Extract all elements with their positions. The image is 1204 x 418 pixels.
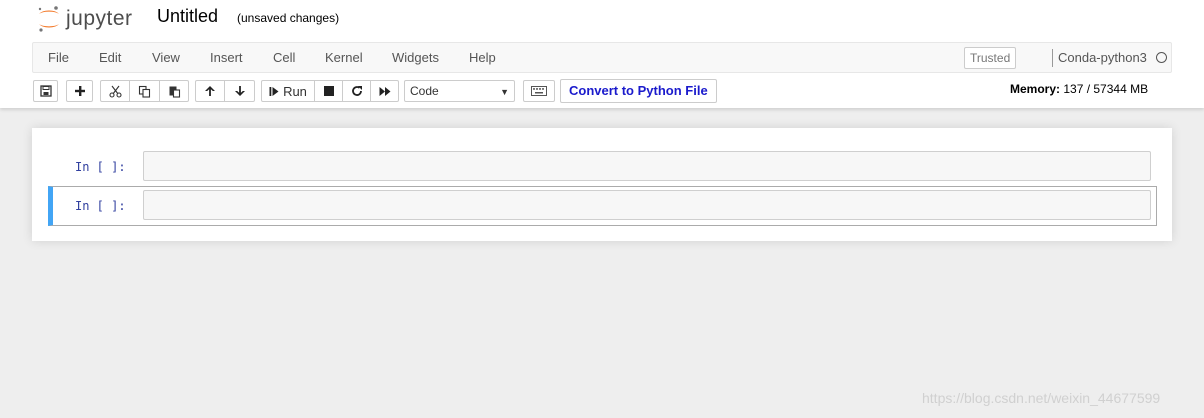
memory-usage: Memory: 137 / 57344 MB — [1010, 82, 1148, 96]
menu-kernel[interactable]: Kernel — [325, 43, 363, 72]
cut-button[interactable] — [100, 80, 130, 102]
cut-icon — [108, 85, 122, 98]
run-button[interactable]: Run — [261, 80, 315, 102]
memory-value: 137 / 57344 MB — [1063, 82, 1149, 96]
save-status: (unsaved changes) — [237, 11, 340, 25]
input-prompt: In [ ]: — [75, 199, 126, 213]
kernel-separator — [1052, 49, 1053, 67]
save-button[interactable] — [33, 80, 58, 102]
logo-text: jupyter — [66, 7, 133, 30]
code-input[interactable] — [143, 151, 1151, 181]
menu-view[interactable]: View — [152, 43, 180, 72]
jupyter-logo[interactable]: jupyter — [36, 4, 133, 34]
interrupt-button[interactable] — [315, 80, 343, 102]
kernel-name[interactable]: Conda-python3 — [1058, 43, 1147, 72]
input-prompt: In [ ]: — [75, 160, 126, 174]
arrow-down-icon — [234, 86, 245, 96]
insert-cell-button[interactable] — [66, 80, 93, 102]
notebook-title[interactable]: Untitled — [157, 6, 218, 27]
step-forward-icon — [269, 86, 279, 96]
fast-forward-icon — [379, 86, 390, 96]
code-input[interactable] — [143, 190, 1151, 220]
caret-down-icon: ▼ — [500, 87, 509, 97]
menu-widgets[interactable]: Widgets — [392, 43, 439, 72]
move-down-button[interactable] — [225, 80, 255, 102]
menu-file[interactable]: File — [48, 43, 69, 72]
kernel-idle-icon — [1156, 52, 1167, 63]
refresh-icon — [351, 86, 362, 96]
plus-icon — [74, 86, 85, 96]
arrow-up-icon — [205, 86, 215, 96]
menu-insert[interactable]: Insert — [210, 43, 243, 72]
menu-cell[interactable]: Cell — [273, 43, 295, 72]
notebook-header: jupyter Untitled (unsaved changes) File … — [0, 0, 1204, 108]
code-cell[interactable]: In [ ]: — [48, 147, 1157, 187]
run-label: Run — [283, 83, 307, 99]
jupyter-logo-icon — [38, 6, 59, 32]
watermark: https://blog.csdn.net/weixin_44677599 — [922, 390, 1161, 406]
convert-to-python-button[interactable]: Convert to Python File — [560, 79, 717, 103]
copy-icon — [138, 85, 151, 98]
menu-help[interactable]: Help — [469, 43, 496, 72]
trusted-indicator[interactable]: Trusted — [964, 47, 1017, 69]
command-palette-button[interactable] — [523, 80, 555, 102]
save-icon — [39, 85, 52, 97]
memory-label: Memory: — [1010, 82, 1061, 96]
restart-run-all-button[interactable] — [371, 80, 399, 102]
cell-type-select[interactable]: Code ▼ — [404, 80, 515, 102]
menu-edit[interactable]: Edit — [99, 43, 121, 72]
cell-type-value: Code — [410, 84, 439, 98]
paste-button[interactable] — [160, 80, 189, 102]
code-cell-selected[interactable]: In [ ]: — [48, 186, 1157, 226]
restart-kernel-button[interactable] — [343, 80, 371, 102]
keyboard-icon — [531, 86, 547, 96]
notebook-container: In [ ]: In [ ]: — [32, 128, 1172, 241]
stop-icon — [323, 86, 334, 96]
paste-icon — [169, 86, 180, 98]
menubar: File Edit View Insert Cell Kernel Widget… — [32, 42, 1172, 73]
move-up-button[interactable] — [195, 80, 225, 102]
copy-button[interactable] — [130, 80, 160, 102]
